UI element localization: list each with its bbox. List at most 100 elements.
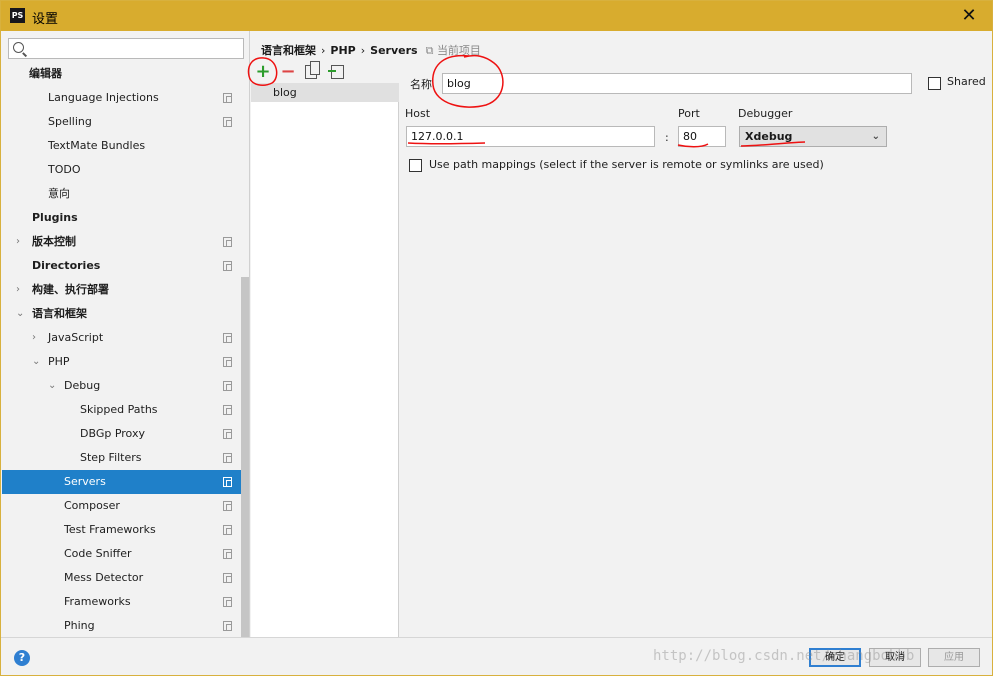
close-icon[interactable]: ✕ bbox=[946, 1, 992, 31]
window-title: 设置 bbox=[32, 12, 59, 27]
tree-item[interactable]: Directories bbox=[2, 254, 249, 278]
tree-item-label: Language Injections bbox=[48, 91, 159, 104]
help-icon[interactable]: ? bbox=[14, 650, 30, 666]
breadcrumb-separator: › bbox=[321, 44, 326, 57]
project-scope-icon bbox=[223, 237, 232, 247]
name-field[interactable]: blog bbox=[442, 73, 912, 94]
shared-checkbox[interactable] bbox=[928, 77, 941, 90]
tree-item-label: 语言和框架 bbox=[32, 307, 87, 320]
project-scope-icon bbox=[223, 453, 232, 463]
tree-item-label: Skipped Paths bbox=[80, 403, 158, 416]
tree-item-label: TODO bbox=[48, 163, 81, 176]
tree-item[interactable]: TODO bbox=[2, 158, 249, 182]
tree-item[interactable]: ⌄ PHP bbox=[2, 350, 249, 374]
tree-item[interactable]: Language Injections bbox=[2, 86, 249, 110]
tree-item[interactable]: TextMate Bundles bbox=[2, 134, 249, 158]
scope-text: 当前项目 bbox=[436, 44, 481, 57]
port-field[interactable]: 80 bbox=[678, 126, 726, 147]
tree-item[interactable]: ⌄ Debug bbox=[2, 374, 249, 398]
chevron-down-icon[interactable]: ⌄ bbox=[48, 374, 56, 398]
host-label: Host bbox=[405, 107, 431, 120]
tree-item[interactable]: 意向 bbox=[2, 182, 249, 206]
chevron-right-icon[interactable]: › bbox=[32, 326, 36, 350]
tree-item[interactable]: Code Sniffer bbox=[2, 542, 249, 566]
chevron-right-icon[interactable]: › bbox=[16, 278, 20, 302]
project-scope-icon bbox=[223, 573, 232, 583]
server-list: blog bbox=[251, 83, 399, 637]
settings-window: PS 设置 ✕ 编辑器 Language Injections Spelling Te… bbox=[0, 0, 993, 676]
watermark: http://blog.csdn.net/zhangbobbb bbox=[653, 648, 915, 664]
host-port-colon: : bbox=[665, 131, 669, 144]
tree-item[interactable]: Frameworks bbox=[2, 590, 249, 614]
tree-item-label: 构建、执行部署 bbox=[32, 283, 109, 296]
settings-tree-panel: 编辑器 Language Injections Spelling TextMate B… bbox=[2, 31, 250, 637]
tree-item[interactable]: Mess Detector bbox=[2, 566, 249, 590]
add-server-button[interactable]: + bbox=[254, 63, 272, 81]
copy-server-icon[interactable] bbox=[305, 61, 320, 79]
tree-item[interactable]: › 构建、执行部署 bbox=[2, 278, 249, 302]
port-label: Port bbox=[678, 107, 700, 120]
apply-button[interactable]: 应用 bbox=[928, 648, 980, 667]
tree-item-label: Phing bbox=[64, 619, 95, 632]
tree-item-label: Frameworks bbox=[64, 595, 131, 608]
tree-item[interactable]: Step Filters bbox=[2, 446, 249, 470]
tree-item-label: Debug bbox=[64, 379, 101, 392]
tree-item[interactable]: ⌄ 语言和框架 bbox=[2, 302, 249, 326]
tree-item-label: Mess Detector bbox=[64, 571, 144, 584]
search-icon bbox=[13, 42, 24, 53]
remove-server-button[interactable]: − bbox=[279, 63, 297, 81]
chevron-down-icon[interactable]: ⌄ bbox=[16, 302, 24, 326]
tree-item[interactable]: Test Frameworks bbox=[2, 518, 249, 542]
tree-item[interactable]: Composer bbox=[2, 494, 249, 518]
tree-item[interactable]: Servers bbox=[2, 470, 249, 494]
project-scope-icon bbox=[223, 621, 232, 631]
project-scope-icon bbox=[223, 597, 232, 607]
debugger-value: Xdebug bbox=[745, 130, 793, 143]
breadcrumb-servers: Servers bbox=[370, 44, 418, 57]
tree-item-label: Composer bbox=[64, 499, 120, 512]
project-scope-icon bbox=[223, 525, 232, 535]
chevron-down-icon[interactable]: ⌄ bbox=[32, 350, 40, 374]
project-scope-icon bbox=[223, 477, 232, 487]
dialog-footer: ? 确定 取消 应用 http://blog.csdn.net/zhangbob… bbox=[1, 637, 992, 675]
server-item-blog[interactable]: blog bbox=[251, 83, 399, 102]
project-scope-icon bbox=[223, 333, 232, 343]
tree-item[interactable]: Skipped Paths bbox=[2, 398, 249, 422]
tree-item-label: PHP bbox=[48, 355, 70, 368]
tree-item[interactable]: DBGp Proxy bbox=[2, 422, 249, 446]
server-config-form: 名称 blog Shared Host 127.0.0.1 : Port 80 … bbox=[400, 61, 992, 637]
use-path-mappings-checkbox[interactable] bbox=[409, 159, 422, 172]
project-scope-icon bbox=[223, 117, 232, 127]
phpstorm-app-icon: PS bbox=[10, 8, 25, 23]
debugger-label: Debugger bbox=[738, 107, 793, 120]
server-toolbar: + − bbox=[251, 61, 399, 83]
host-field[interactable]: 127.0.0.1 bbox=[406, 126, 655, 147]
tree-item-label: DBGp Proxy bbox=[80, 427, 145, 440]
use-path-mappings-label: Use path mappings (select if the server … bbox=[429, 158, 824, 171]
settings-search-input[interactable] bbox=[8, 38, 244, 59]
tree-item-label: Spelling bbox=[48, 115, 92, 128]
name-label: 名称 bbox=[410, 78, 432, 91]
tree-item-label: Directories bbox=[32, 259, 101, 272]
tree-item-label: 版本控制 bbox=[32, 235, 76, 248]
tree-item-label: 编辑器 bbox=[29, 67, 62, 80]
project-scope-icon bbox=[223, 549, 232, 559]
shared-label: Shared bbox=[947, 75, 986, 88]
tree-item-label: TextMate Bundles bbox=[48, 139, 146, 152]
debugger-select[interactable]: Xdebug ⌄ bbox=[739, 126, 887, 147]
tree-item[interactable]: › JavaScript bbox=[2, 326, 249, 350]
tree-item[interactable]: 编辑器 bbox=[2, 62, 249, 86]
tree-item[interactable]: › 版本控制 bbox=[2, 230, 249, 254]
chevron-right-icon[interactable]: › bbox=[16, 230, 20, 254]
project-scope-icon bbox=[223, 405, 232, 415]
tree-item-label: JavaScript bbox=[48, 331, 104, 344]
tree-item[interactable]: Spelling bbox=[2, 110, 249, 134]
project-scope-label: ⧉ 当前项目 bbox=[425, 44, 481, 57]
tree-item[interactable]: Plugins bbox=[2, 206, 249, 230]
tree-item[interactable]: Phing bbox=[2, 614, 249, 637]
breadcrumb-languages: 语言和框架 bbox=[261, 44, 316, 57]
tree-scrollbar[interactable] bbox=[241, 277, 249, 637]
breadcrumb: 语言和框架 › PHP › Servers ⧉ 当前项目 bbox=[261, 42, 481, 58]
import-server-icon[interactable] bbox=[328, 65, 344, 79]
tree-item-label: Code Sniffer bbox=[64, 547, 132, 560]
